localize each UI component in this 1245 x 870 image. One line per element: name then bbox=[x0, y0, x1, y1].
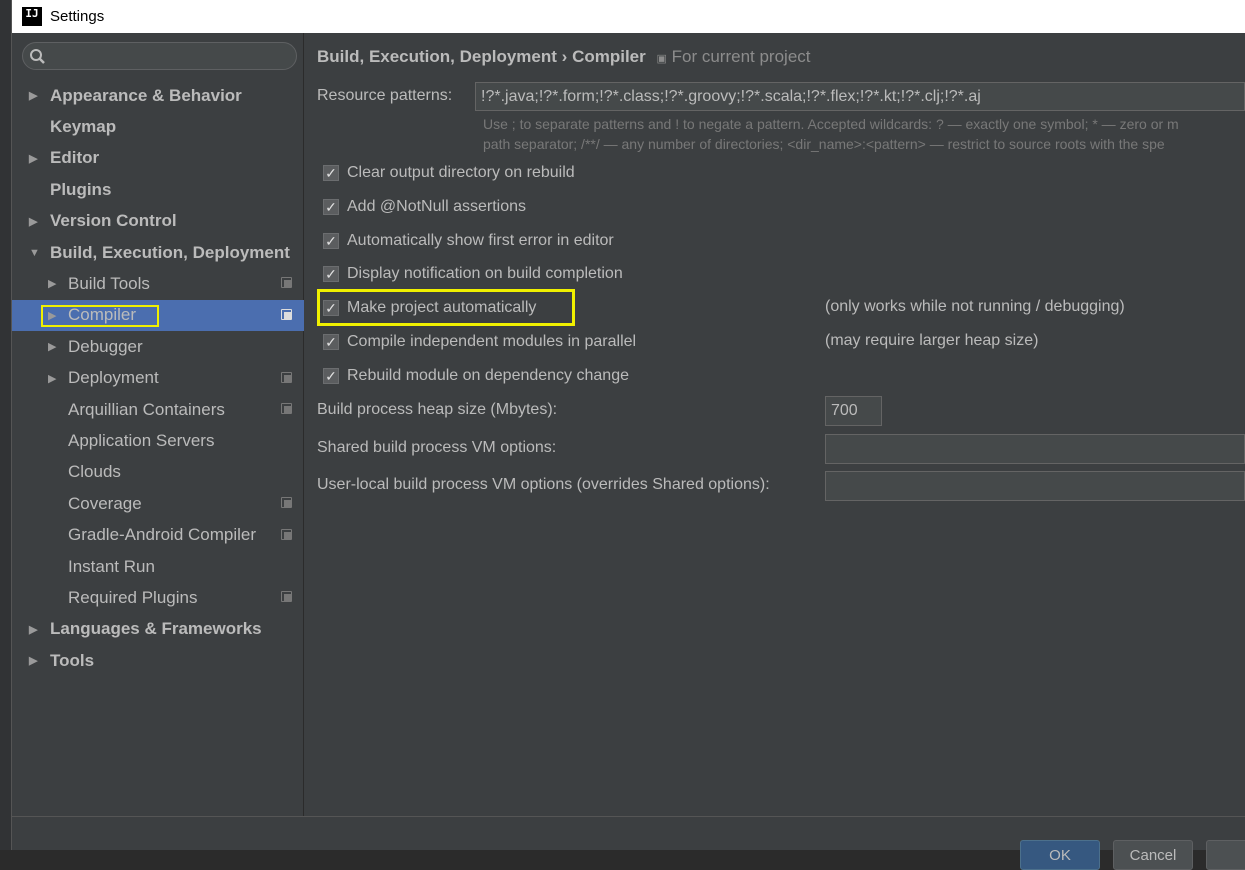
sidebar-item-clouds[interactable]: Clouds bbox=[12, 457, 304, 488]
sidebar-item-build-tools[interactable]: ▶ Build Tools bbox=[12, 268, 304, 299]
sidebar-item-label: Appearance & Behavior bbox=[50, 85, 242, 105]
checkbox-note: (only works while not running / debuggin… bbox=[825, 298, 1125, 316]
project-level-icon bbox=[281, 528, 292, 540]
checkbox[interactable]: ✓ bbox=[323, 266, 339, 283]
sidebar-item-application-servers[interactable]: Application Servers bbox=[12, 425, 304, 456]
sidebar-item-label: Arquillian Containers bbox=[68, 399, 225, 419]
breadcrumb-parent: Build, Execution, Deployment bbox=[317, 47, 557, 66]
apply-button[interactable] bbox=[1206, 840, 1245, 870]
checkbox[interactable]: ✓ bbox=[323, 367, 339, 384]
sidebar-item-label: Coverage bbox=[68, 493, 142, 513]
sidebar-item-coverage[interactable]: Coverage bbox=[12, 488, 304, 519]
sidebar-item-label: Tools bbox=[50, 650, 95, 670]
project-level-icon bbox=[281, 403, 292, 414]
sidebar-item-tools[interactable]: ▶ Tools bbox=[12, 645, 304, 676]
window-title: Settings bbox=[50, 8, 105, 25]
sidebar-item-label: Application Servers bbox=[68, 430, 215, 450]
chevron-right-icon[interactable]: ▶ bbox=[48, 372, 56, 385]
settings-window: ▶ Appearance & Behavior Keymap ▶ Editor Plugi… bbox=[12, 33, 1245, 870]
resource-patterns-input[interactable]: !?*.java;!?*.form;!?*.class;!?*.groovy;!… bbox=[475, 82, 1245, 111]
sidebar-item-editor[interactable]: ▶ Editor bbox=[12, 143, 304, 174]
user-local-vm-options-label: User-local build process VM options (ove… bbox=[317, 476, 770, 493]
sidebar-item-label: Editor bbox=[50, 148, 100, 168]
chevron-right-icon[interactable]: ▶ bbox=[29, 89, 37, 102]
heap-size-label: Build process heap size (Mbytes): bbox=[317, 401, 558, 418]
sidebar-item-label: Build, Execution, Deployment bbox=[50, 242, 290, 262]
checkbox[interactable]: ✓ bbox=[323, 334, 339, 350]
compiler-settings-panel: Build, Execution, Deployment › Compiler … bbox=[305, 33, 1245, 816]
settings-search-input[interactable] bbox=[22, 42, 297, 70]
project-level-icon bbox=[281, 308, 292, 320]
sidebar-item-build-execution-deployment[interactable]: ▼ Build, Execution, Deployment bbox=[12, 237, 304, 268]
background-ide-strip bbox=[0, 0, 12, 850]
sidebar-item-arquillian-containers[interactable]: Arquillian Containers bbox=[12, 394, 304, 425]
compiler-highlight bbox=[41, 304, 159, 327]
chevron-right-icon[interactable]: ▶ bbox=[48, 277, 56, 290]
sidebar-item-label: Debugger bbox=[68, 336, 143, 356]
sidebar-item-label: Instant Run bbox=[68, 556, 155, 576]
checkbox-label[interactable]: Rebuild module on dependency change bbox=[347, 367, 629, 385]
ok-button[interactable]: OK bbox=[1020, 840, 1100, 870]
sidebar-item-debugger[interactable]: ▶ Debugger bbox=[12, 331, 304, 362]
heap-size-input[interactable]: 700 bbox=[825, 396, 882, 426]
sidebar-item-label: Clouds bbox=[68, 462, 121, 482]
make-project-automatically-highlight bbox=[317, 289, 575, 326]
sidebar-item-required-plugins[interactable]: Required Plugins bbox=[12, 582, 304, 613]
intellij-logo-icon: IJ bbox=[22, 7, 42, 26]
footer-divider bbox=[12, 816, 1245, 817]
sidebar-item-keymap[interactable]: Keymap bbox=[12, 111, 304, 142]
checkbox[interactable]: ✓ bbox=[323, 232, 339, 249]
checkbox[interactable]: ✓ bbox=[323, 165, 339, 181]
sidebar-item-label: Deployment bbox=[68, 368, 159, 388]
chevron-right-icon[interactable]: ▶ bbox=[48, 340, 56, 353]
project-level-icon bbox=[281, 371, 292, 383]
sidebar-item-label: Version Control bbox=[50, 211, 177, 231]
cancel-button[interactable]: Cancel bbox=[1113, 840, 1193, 870]
sidebar-item-deployment[interactable]: ▶ Deployment bbox=[12, 363, 304, 394]
sidebar-item-version-control[interactable]: ▶ Version Control bbox=[12, 206, 304, 237]
sidebar-item-label: Build Tools bbox=[68, 273, 150, 293]
resource-patterns-label: Resource patterns: bbox=[317, 87, 453, 104]
breadcrumb-separator: › bbox=[561, 47, 568, 66]
scope-label: For current project bbox=[671, 47, 811, 66]
project-scope-icon: ▣ bbox=[656, 53, 667, 65]
title-bar: IJ Settings bbox=[12, 0, 1245, 33]
breadcrumb: Build, Execution, Deployment › Compiler … bbox=[317, 47, 811, 67]
sidebar-item-label: Keymap bbox=[50, 116, 117, 136]
sidebar-item-compiler[interactable]: ▶ Compiler bbox=[12, 299, 304, 331]
sidebar-item-plugins[interactable]: Plugins bbox=[12, 174, 304, 205]
checkbox[interactable]: ✓ bbox=[323, 198, 339, 215]
checkbox-label[interactable]: Clear output directory on rebuild bbox=[347, 164, 575, 182]
sidebar: ▶ Appearance & Behavior Keymap ▶ Editor Plugi… bbox=[12, 33, 304, 816]
sidebar-item-label: Gradle-Android Compiler bbox=[68, 525, 257, 545]
breadcrumb-current: Compiler bbox=[572, 47, 646, 66]
checkbox-label[interactable]: Add @NotNull assertions bbox=[347, 198, 526, 216]
sidebar-item-languages-frameworks[interactable]: ▶ Languages & Frameworks bbox=[12, 614, 304, 645]
chevron-right-icon[interactable]: ▶ bbox=[29, 654, 37, 667]
chevron-right-icon[interactable]: ▶ bbox=[29, 152, 37, 165]
project-level-icon bbox=[281, 591, 292, 603]
chevron-right-icon[interactable]: ▶ bbox=[29, 623, 37, 636]
sidebar-item-label: Languages & Frameworks bbox=[50, 619, 262, 639]
chevron-down-icon[interactable]: ▼ bbox=[29, 247, 40, 259]
checkbox-label[interactable]: Display notification on build completion bbox=[347, 265, 623, 283]
shared-vm-options-label: Shared build process VM options: bbox=[317, 439, 557, 456]
sidebar-item-label: Required Plugins bbox=[68, 587, 198, 607]
sidebar-item-instant-run[interactable]: Instant Run bbox=[12, 551, 304, 582]
user-local-vm-options-input[interactable] bbox=[825, 471, 1245, 501]
sidebar-item-appearance-behavior[interactable]: ▶ Appearance & Behavior bbox=[12, 80, 304, 111]
search-icon bbox=[30, 49, 45, 64]
chevron-right-icon[interactable]: ▶ bbox=[29, 215, 37, 228]
shared-vm-options-input[interactable] bbox=[825, 434, 1245, 464]
sidebar-item-gradle-android-compiler[interactable]: Gradle-Android Compiler bbox=[12, 520, 304, 551]
checkbox-label[interactable]: Compile independent modules in parallel bbox=[347, 333, 636, 351]
project-level-icon bbox=[281, 497, 292, 509]
resource-patterns-hint-line-2: path separator; /**/ — any number of dir… bbox=[483, 136, 1165, 152]
resource-patterns-hint-line-1: Use ; to separate patterns and ! to nega… bbox=[483, 116, 1179, 132]
sidebar-item-label: Plugins bbox=[50, 179, 112, 199]
checkbox-label[interactable]: Automatically show first error in editor bbox=[347, 232, 614, 250]
project-level-icon bbox=[281, 277, 292, 289]
checkbox-note: (may require larger heap size) bbox=[825, 332, 1039, 349]
